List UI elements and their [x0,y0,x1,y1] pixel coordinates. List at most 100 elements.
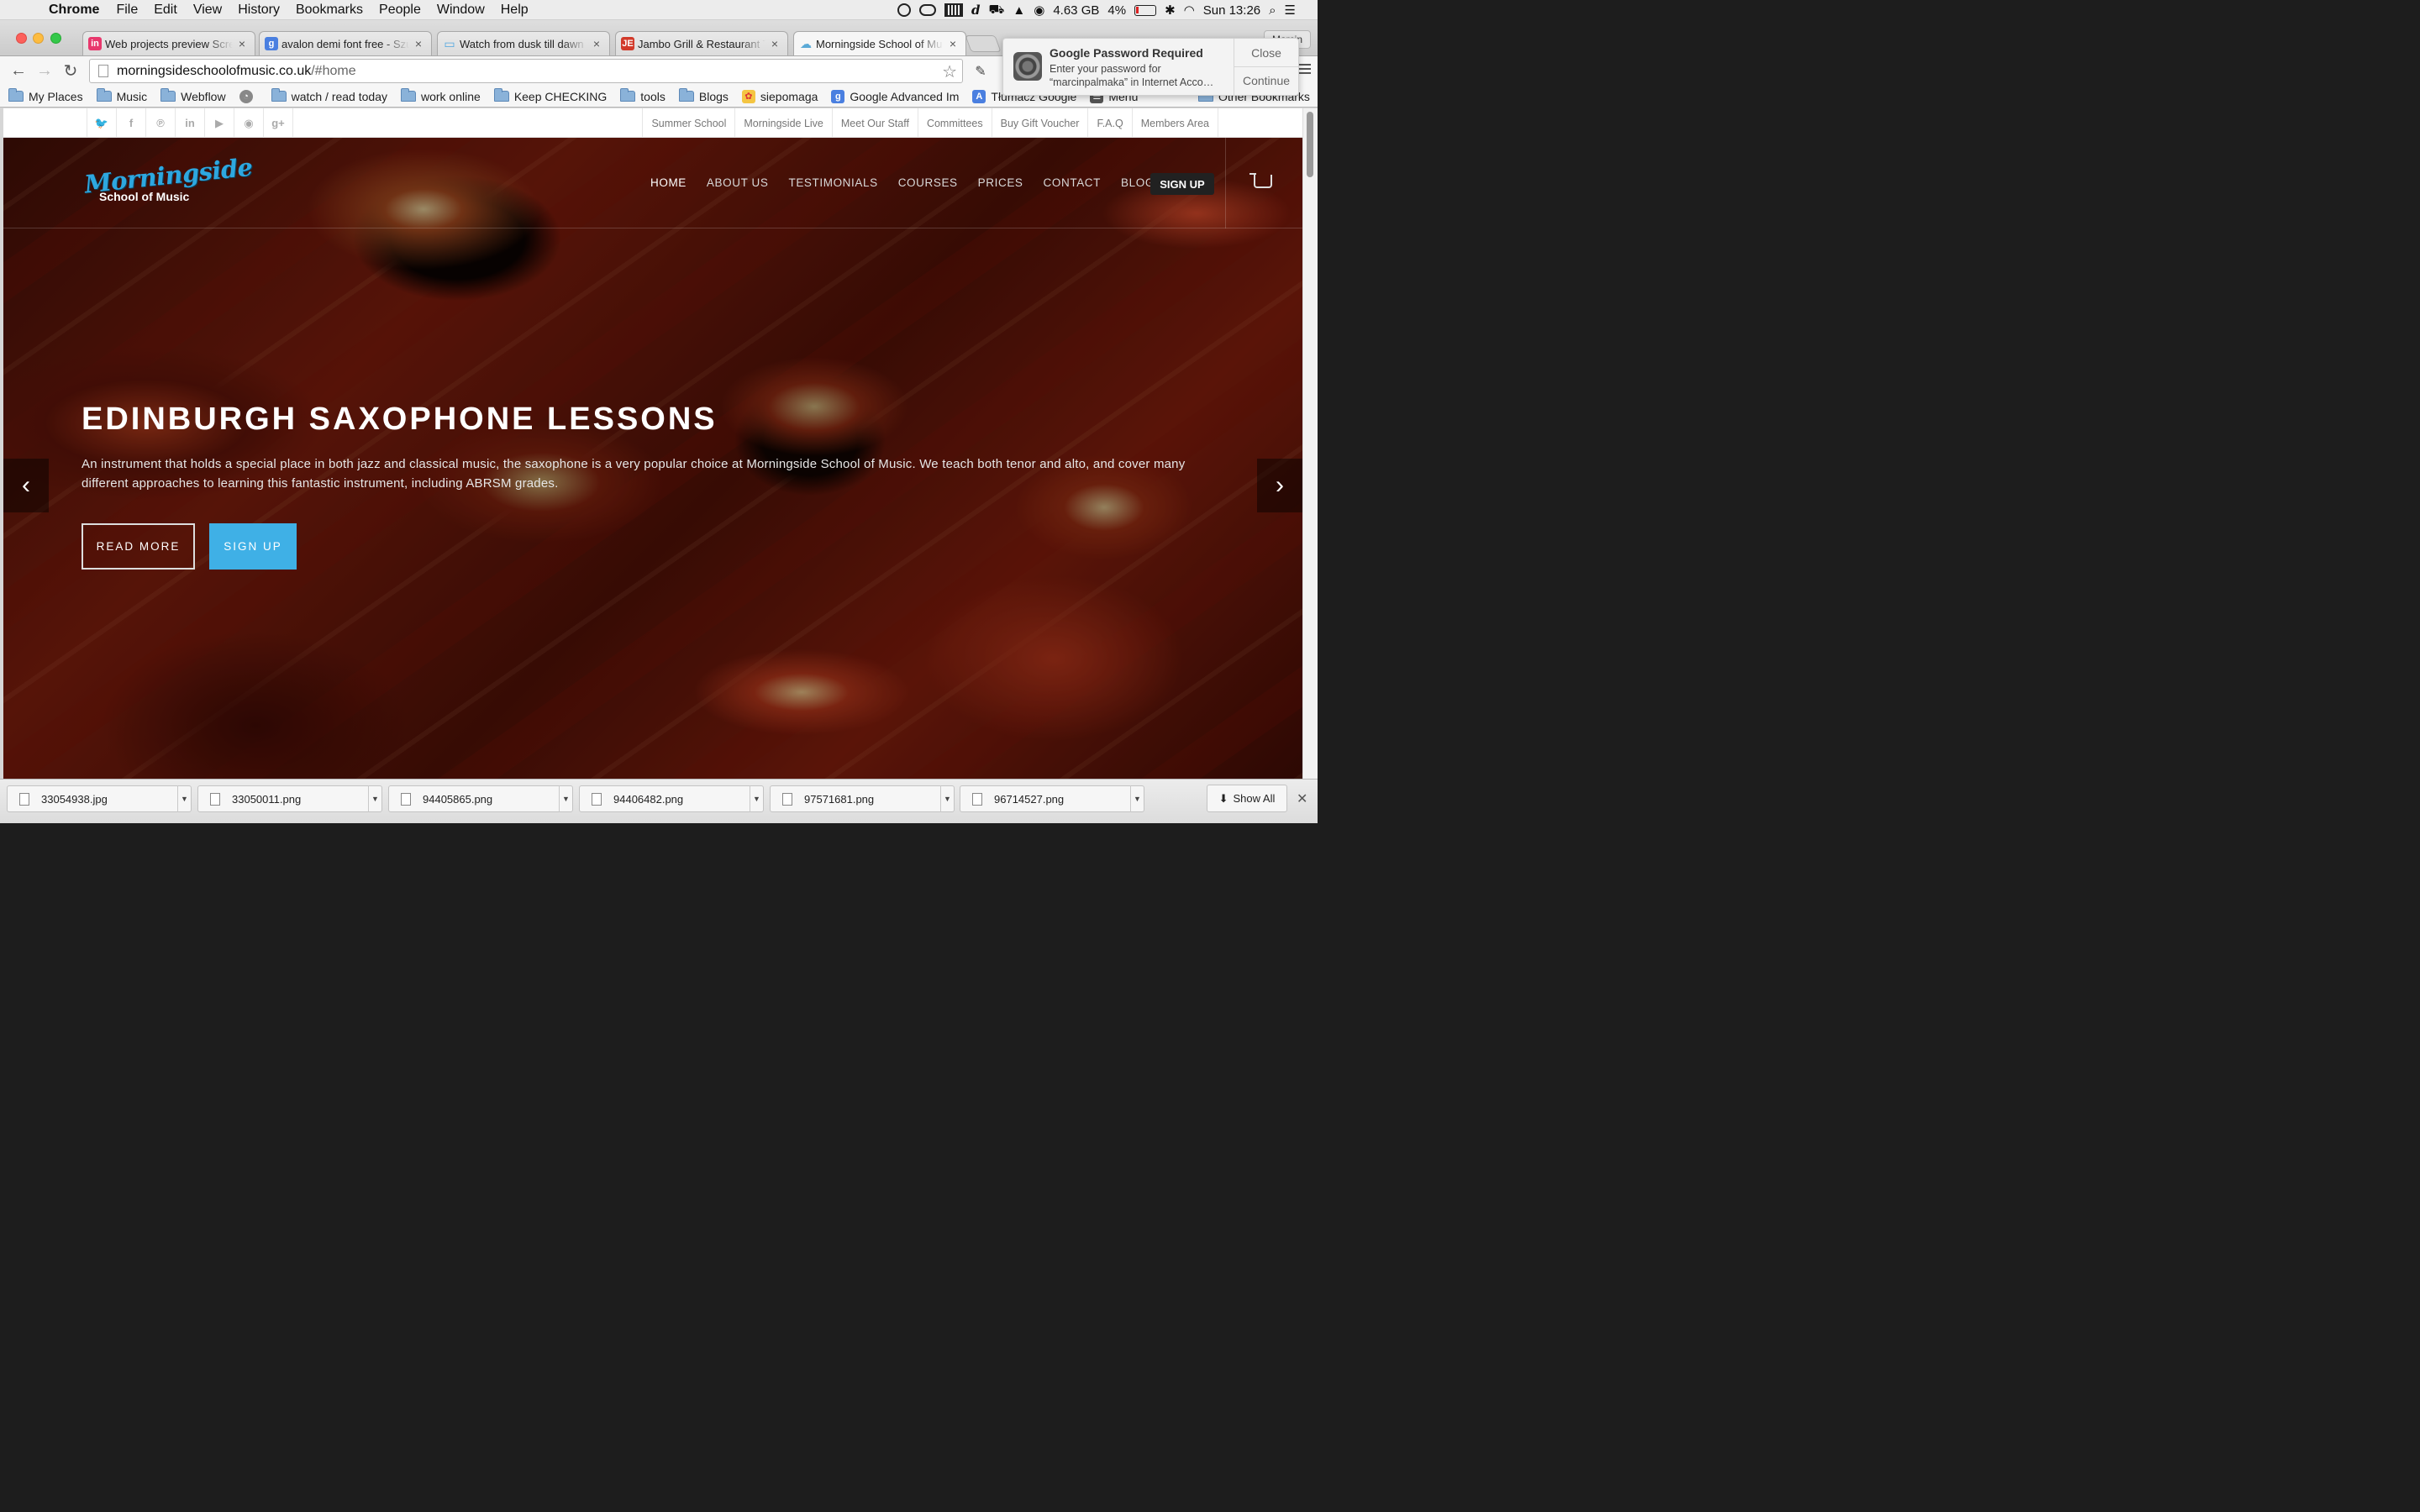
window-minimize-button[interactable] [33,33,44,44]
address-bar[interactable]: morningsideschoolofmusic.co.uk/#home ☆ [89,59,963,83]
facebook-icon[interactable]: f [117,108,146,138]
menu-file[interactable]: File [116,3,138,18]
slide-sign-up-button[interactable]: SIGN UP [209,523,297,570]
tab-close-icon[interactable]: × [591,37,602,50]
bluetooth-icon[interactable]: ✱ [1165,3,1176,18]
chevron-down-icon[interactable]: ▼ [177,785,191,812]
forward-arrow-icon[interactable]: → [34,60,55,81]
chevron-down-icon[interactable]: ▼ [368,785,381,812]
toplink-members-area[interactable]: Members Area [1133,108,1218,138]
tab-close-icon[interactable]: × [236,37,248,50]
nav-courses[interactable]: COURSES [898,176,958,189]
site-logo[interactable]: Morningside School of Music [83,153,254,203]
chrome-menu-icon[interactable] [1299,64,1311,74]
bookmark-work-online[interactable]: work online [400,88,481,103]
nav-home[interactable]: HOME [650,176,687,189]
download-item[interactable]: 94405865.png ▼ [388,785,573,812]
activity-meter-icon[interactable] [944,3,963,17]
tab-web-projects[interactable]: in Web projects preview Scre × [82,31,255,55]
nav-prices[interactable]: PRICES [978,176,1023,189]
menu-view[interactable]: View [193,3,222,18]
nav-sign-up-button[interactable]: SIGN UP [1150,173,1214,195]
bookmark-siepomaga[interactable]: ✿ siepomaga [741,89,818,103]
window-close-button[interactable] [16,33,27,44]
close-downloads-icon[interactable]: ✕ [1297,790,1307,807]
download-item[interactable]: 33050011.png ▼ [197,785,382,812]
bookmark-keep-checking[interactable]: Keep CHECKING [493,88,607,103]
tab-jambo-grill[interactable]: JE Jambo Grill & Restaurant T × [615,31,788,55]
battery-percent[interactable]: 4% [1107,3,1126,18]
wifi-icon[interactable]: ◠ [1184,3,1195,18]
app-menu-chrome[interactable]: Chrome [49,3,99,18]
memory-clean-icon[interactable]: ◉ [1034,3,1044,18]
download-item[interactable]: 33054938.jpg ▼ [7,785,192,812]
chevron-down-icon[interactable]: ▼ [940,785,954,812]
youtube-icon[interactable]: ▶ [205,108,234,138]
toplink-morningside-live[interactable]: Morningside Live [735,108,833,138]
rss-icon[interactable]: ◉ [234,108,264,138]
slider-prev-arrow-icon[interactable]: ‹ [3,459,49,512]
window-zoom-button[interactable] [50,33,61,44]
toplink-buy-gift-voucher[interactable]: Buy Gift Voucher [992,108,1089,138]
google-plus-icon[interactable]: g+ [264,108,293,138]
tab-close-icon[interactable]: × [947,37,959,50]
nav-blog[interactable]: BLOG [1121,176,1155,189]
sync-status-icon[interactable] [897,3,911,17]
menu-people[interactable]: People [379,3,421,18]
tab-close-icon[interactable]: × [769,37,781,50]
toplink-summer-school[interactable]: Summer School [643,108,736,138]
toplink-meet-our-staff[interactable]: Meet Our Staff [833,108,918,138]
nav-about-us[interactable]: ABOUT US [707,176,769,189]
bookmark-my-places[interactable]: My Places [8,88,83,103]
read-more-button[interactable]: READ MORE [82,523,195,570]
chevron-down-icon[interactable]: ▼ [750,785,763,812]
notification-center-icon[interactable]: ☰ [1285,3,1296,18]
download-item[interactable]: 96714527.png ▼ [960,785,1144,812]
tab-watch-dusk[interactable]: ▭ Watch from dusk till dawn × [437,31,610,55]
memory-readout[interactable]: 4.63 GB [1053,3,1099,18]
spotlight-search-icon[interactable]: ⌕ [1269,3,1276,18]
download-item[interactable]: 94406482.png ▼ [579,785,764,812]
drive-icon[interactable]: ▲ [1013,3,1025,18]
eyedropper-extension-icon[interactable]: ✎ [971,62,990,81]
bookmark-ghost[interactable]: ◔ [239,89,258,103]
chevron-down-icon[interactable]: ▼ [559,785,572,812]
notification-close-button[interactable]: Close [1234,39,1298,66]
bookmark-star-icon[interactable]: ☆ [942,61,957,82]
reload-icon[interactable]: ↻ [60,60,81,81]
tab-morningside[interactable]: ☁ Morningside School of Mu × [793,31,966,55]
show-all-downloads-button[interactable]: ⬇ Show All [1207,785,1287,812]
bookmark-webflow[interactable]: Webflow [160,88,226,103]
toplink-faq[interactable]: F.A.Q [1088,108,1133,138]
bookmark-music[interactable]: Music [96,88,147,103]
slider-next-arrow-icon[interactable]: › [1257,459,1302,512]
shopping-cart-icon[interactable] [1249,173,1272,188]
download-item[interactable]: 97571681.png ▼ [770,785,955,812]
scrollbar-thumb[interactable] [1307,112,1313,177]
nav-testimonials[interactable]: TESTIMONIALS [788,176,877,189]
clock[interactable]: Sun 13:26 [1203,3,1260,18]
toplink-committees[interactable]: Committees [918,108,992,138]
page-scrollbar[interactable] [1302,108,1318,779]
back-arrow-icon[interactable]: ← [8,60,29,81]
twitter-icon[interactable]: 🐦 [87,108,117,138]
menu-history[interactable]: History [238,3,280,18]
menu-window[interactable]: Window [437,3,485,18]
menu-help[interactable]: Help [501,3,529,18]
chevron-down-icon[interactable]: ▼ [1130,785,1144,812]
menu-bookmarks[interactable]: Bookmarks [296,3,363,18]
new-tab-button[interactable] [965,35,1002,52]
menu-edit[interactable]: Edit [154,3,177,18]
bookmark-tools[interactable]: tools [620,88,666,103]
apple-icon[interactable] [20,3,35,18]
bookmark-google-advanced[interactable]: g Google Advanced Im [831,89,959,103]
tab-avalon-font[interactable]: g avalon demi font free - Szu × [259,31,432,55]
tab-close-icon[interactable]: × [413,37,424,50]
dictionary-icon[interactable]: d [971,3,981,18]
linkedin-icon[interactable]: in [176,108,205,138]
bookmark-blogs[interactable]: Blogs [678,88,729,103]
battery-icon[interactable] [1134,4,1157,16]
creative-cloud-icon[interactable] [919,4,936,16]
truck-icon[interactable]: ⛟ [989,3,1005,18]
notification-continue-button[interactable]: Continue [1234,66,1298,94]
